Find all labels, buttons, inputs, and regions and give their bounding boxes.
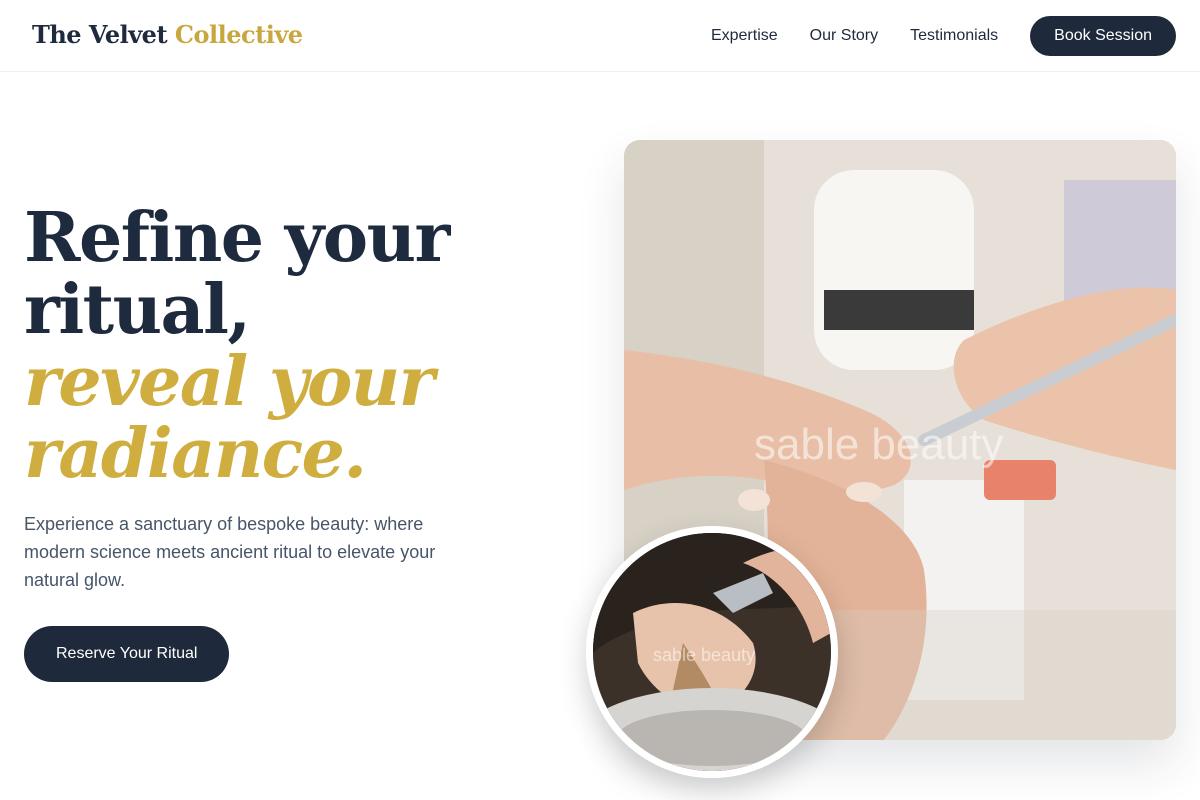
headline-line-1: Refine your (24, 198, 450, 278)
photo-watermark: sable beauty (754, 420, 1004, 469)
circle-photo-watermark: sable beauty (653, 645, 756, 665)
hero-photo-hair-treatment: sable beauty (586, 526, 838, 778)
reserve-ritual-button[interactable]: Reserve Your Ritual (24, 626, 230, 682)
nav-link-our-story[interactable]: Our Story (810, 16, 878, 56)
hero-headline: Refine your ritual, reveal your radiance… (24, 202, 564, 490)
headline-line-2: ritual, (24, 270, 251, 350)
nav-link-expertise[interactable]: Expertise (711, 16, 778, 56)
headline-line-3: reveal your (24, 342, 435, 422)
headline-line-4: radiance. (24, 414, 367, 494)
brand-name-accent: Collective (174, 20, 303, 49)
main-nav: Expertise Our Story Testimonials Book Se… (711, 16, 1176, 56)
site-header: The Velvet Collective Expertise Our Stor… (0, 0, 1200, 72)
book-session-button[interactable]: Book Session (1030, 16, 1176, 56)
brand-name-primary: The Velvet (32, 20, 168, 49)
brand-logo[interactable]: The Velvet Collective (32, 20, 303, 49)
hero-description: Experience a sanctuary of bespoke beauty… (24, 514, 436, 590)
nav-link-testimonials[interactable]: Testimonials (910, 16, 998, 56)
